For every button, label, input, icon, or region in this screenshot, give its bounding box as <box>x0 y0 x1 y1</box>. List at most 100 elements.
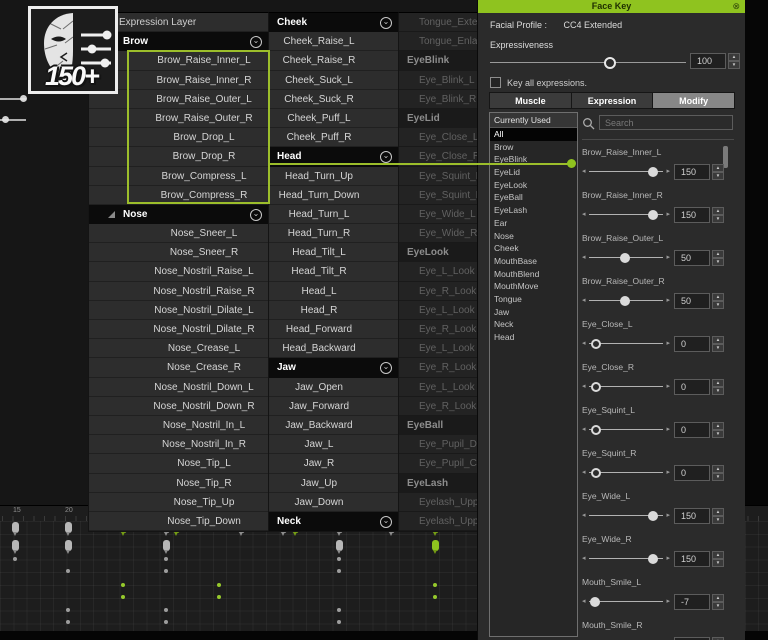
slider-spinner[interactable]: ▲▼ <box>712 422 724 438</box>
menu-item[interactable]: Eye_Close_L <box>399 128 479 147</box>
keyframe-dot[interactable] <box>164 620 168 624</box>
slider-spinner[interactable]: ▲▼ <box>712 551 724 567</box>
keyframe-dot[interactable] <box>13 557 17 561</box>
slider-left-arrow-icon[interactable]: ◂ <box>582 379 586 394</box>
keyframe-dot[interactable] <box>337 557 341 561</box>
slider-left-arrow-icon[interactable]: ◂ <box>582 551 586 566</box>
spinner-up-icon[interactable]: ▲ <box>712 422 724 430</box>
slider-value[interactable]: 0 <box>674 379 710 395</box>
keyframe-dot[interactable] <box>164 557 168 561</box>
slider-right-arrow-icon[interactable]: ▸ <box>666 207 670 222</box>
slider-left-arrow-icon[interactable]: ◂ <box>582 207 586 222</box>
slider-handle[interactable] <box>591 382 601 392</box>
category-item[interactable]: EyeLid <box>490 166 577 179</box>
menu-item[interactable]: Eye_L_Look <box>399 301 479 320</box>
menu-item[interactable]: Head_Turn_R <box>269 224 399 243</box>
slider-handle[interactable] <box>648 210 658 220</box>
slider-value[interactable]: 0 <box>674 465 710 481</box>
spinner-down-icon[interactable]: ▼ <box>712 516 724 524</box>
slider-track[interactable]: ◂▸ <box>582 336 670 351</box>
menu-item[interactable]: Eye_Pupil_C <box>399 454 479 473</box>
menu-item[interactable]: Nose_Tip_L <box>89 454 269 473</box>
category-item[interactable]: EyeLash <box>490 204 577 217</box>
slider-right-arrow-icon[interactable]: ▸ <box>666 293 670 308</box>
slider-value[interactable]: 150 <box>674 508 710 524</box>
spinner-down-icon[interactable]: ▼ <box>712 301 724 309</box>
spinner-up-icon[interactable]: ▲ <box>712 207 724 215</box>
category-item[interactable]: Head <box>490 331 577 344</box>
slider-left-arrow-icon[interactable]: ◂ <box>582 594 586 609</box>
menu-item[interactable]: Nose_Nostril_In_L <box>89 416 269 435</box>
menu-item[interactable]: Head_Tilt_L <box>269 243 399 262</box>
menu-item[interactable]: Jaw_L <box>269 435 399 454</box>
category-item[interactable]: EyeLook <box>490 179 577 192</box>
menu-item[interactable]: Nose_Sneer_R <box>89 243 269 262</box>
category-item[interactable]: Jaw <box>490 306 577 319</box>
slider-handle[interactable] <box>591 425 601 435</box>
slider-spinner[interactable]: ▲▼ <box>712 336 724 352</box>
slider-spinner[interactable]: ▲▼ <box>712 465 724 481</box>
menu-item[interactable]: Nose_Tip_R <box>89 474 269 493</box>
menu-section-header[interactable]: Nose⌄ <box>89 205 269 224</box>
spinner-up-icon[interactable]: ▲ <box>712 551 724 559</box>
category-list-header[interactable]: Currently Used <box>490 113 577 128</box>
spinner-down-icon[interactable]: ▼ <box>712 258 724 266</box>
slider-handle[interactable] <box>590 597 600 607</box>
keyframe-dot[interactable] <box>66 569 70 573</box>
keyframe-dot[interactable] <box>433 595 437 599</box>
slider-right-arrow-icon[interactable]: ▸ <box>666 336 670 351</box>
slider-track[interactable]: ◂▸ <box>582 551 670 566</box>
slider-spinner[interactable]: ▲▼ <box>712 508 724 524</box>
slider-right-arrow-icon[interactable]: ▸ <box>666 379 670 394</box>
menu-item[interactable]: Jaw_Open <box>269 378 399 397</box>
menu-item[interactable]: Cheek_Puff_R <box>269 128 399 147</box>
menu-item[interactable]: Nose_Tip_Down <box>89 512 269 531</box>
category-item[interactable]: MouthMove <box>490 280 577 293</box>
menu-item[interactable]: Cheek_Raise_L <box>269 32 399 51</box>
menu-item[interactable]: Eye_R_Look <box>399 397 479 416</box>
keyframe-dot[interactable] <box>164 608 168 612</box>
menu-item[interactable]: Jaw_Forward <box>269 397 399 416</box>
menu-item[interactable]: Eye_Wide_R <box>399 224 479 243</box>
slider-left-arrow-icon[interactable]: ◂ <box>582 250 586 265</box>
chevron-down-circle-icon[interactable]: ⌄ <box>380 516 392 528</box>
spinner-down-icon[interactable]: ▼ <box>712 602 724 610</box>
slider-left-arrow-icon[interactable]: ◂ <box>582 164 586 179</box>
menu-item[interactable]: Head_Tilt_R <box>269 262 399 281</box>
menu-item[interactable]: Head_Turn_Down <box>269 186 399 205</box>
slider-left-arrow-icon[interactable]: ◂ <box>582 508 586 523</box>
tab-modify[interactable]: Modify <box>653 92 735 109</box>
spinner-up-icon[interactable]: ▲ <box>712 336 724 344</box>
spinner-down-icon[interactable]: ▼ <box>712 344 724 352</box>
slider-handle[interactable] <box>648 167 658 177</box>
expressiveness-slider[interactable] <box>490 56 686 69</box>
keyframe-dot[interactable] <box>217 583 221 587</box>
spinner-down-icon[interactable]: ▼ <box>712 559 724 567</box>
category-item[interactable]: Nose <box>490 230 577 243</box>
keyframe-dot[interactable] <box>66 620 70 624</box>
menu-item[interactable]: Cheek_Puff_L <box>269 109 399 128</box>
menu-item[interactable]: Eye_L_Look <box>399 339 479 358</box>
spinner-up-icon[interactable]: ▲ <box>712 594 724 602</box>
category-item[interactable]: Brow <box>490 141 577 154</box>
chevron-down-circle-icon[interactable]: ⌄ <box>380 151 392 163</box>
slider-left-arrow-icon[interactable]: ◂ <box>582 293 586 308</box>
category-item[interactable]: Tongue <box>490 293 577 306</box>
keyframe-dot[interactable] <box>217 595 221 599</box>
slider-handle[interactable] <box>620 296 630 306</box>
menu-item[interactable]: Nose_Nostril_Dilate_R <box>89 320 269 339</box>
keyframe-pill[interactable] <box>163 540 170 551</box>
slider-track[interactable]: ◂▸ <box>582 293 670 308</box>
slider-left-arrow-icon[interactable]: ◂ <box>582 465 586 480</box>
menu-item[interactable]: Nose_Nostril_Down_R <box>89 397 269 416</box>
menu-item[interactable]: Nose_Crease_R <box>89 358 269 377</box>
slider-handle[interactable] <box>620 253 630 263</box>
spinner-up-icon[interactable]: ▲ <box>728 53 740 61</box>
category-item[interactable]: MouthBlend <box>490 268 577 281</box>
slider-handle[interactable] <box>648 554 658 564</box>
slider-spinner[interactable]: ▲▼ <box>712 594 724 610</box>
menu-item[interactable]: Tongue_Enla <box>399 32 479 51</box>
slider-right-arrow-icon[interactable]: ▸ <box>666 594 670 609</box>
expressiveness-spinner[interactable]: ▲ ▼ <box>728 53 740 69</box>
menu-section-header[interactable]: EyeLook <box>399 243 479 262</box>
